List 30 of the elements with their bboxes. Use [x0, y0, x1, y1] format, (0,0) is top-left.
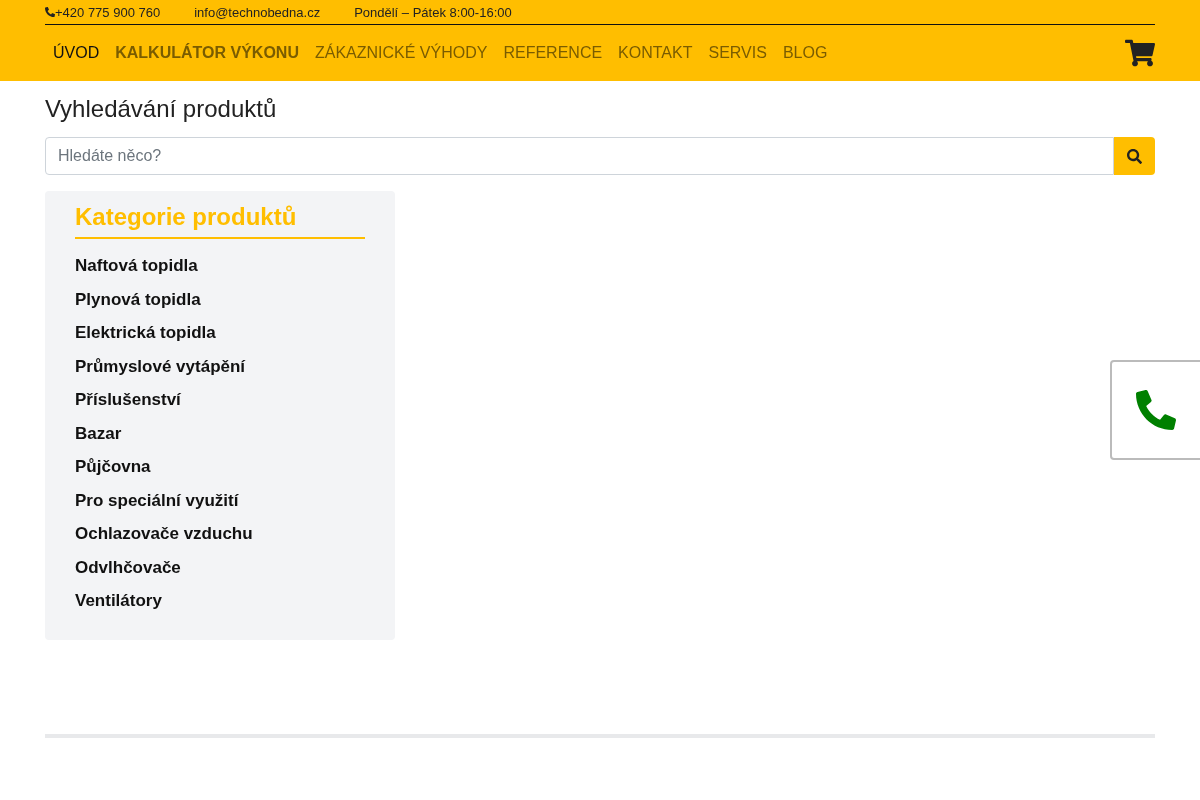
phone-contact: +420 775 900 760 [45, 4, 161, 20]
opening-hours: Pondělí – Pátek 8:00-16:00 [354, 4, 512, 20]
nav-link[interactable]: ZÁKAZNICKÉ VÝHODY [314, 44, 488, 62]
nav-link[interactable]: ÚVOD [53, 44, 100, 62]
category-link[interactable]: Ochlazovače vzduchu [75, 517, 365, 551]
nav-link[interactable]: KALKULÁTOR VÝKONU [115, 44, 299, 62]
page-title: Vyhledávání produktů [45, 95, 278, 123]
phone-icon [1136, 390, 1176, 430]
category-link[interactable]: Odvlhčovače [75, 550, 365, 584]
category-title: Kategorie produktů [75, 203, 365, 239]
nav-link[interactable]: KONTAKT [618, 44, 693, 62]
category-link[interactable]: Průmyslové vytápění [75, 349, 365, 383]
category-link[interactable]: Naftová topidla [75, 249, 365, 283]
phone-icon [45, 7, 55, 17]
category-link[interactable]: Plynová topidla [75, 282, 365, 316]
search-icon [1127, 148, 1142, 164]
call-button[interactable] [1110, 360, 1200, 460]
category-link[interactable]: Pro speciální využití [75, 483, 365, 517]
category-link[interactable]: Půjčovna [75, 450, 365, 484]
category-link[interactable]: Elektrická topidla [75, 316, 365, 350]
nav-link[interactable]: BLOG [782, 44, 828, 62]
category-link[interactable]: Ventilátory [75, 584, 365, 618]
nav-link[interactable]: SERVIS [708, 44, 767, 62]
email-contact: info@technobedna.cz [194, 4, 321, 20]
nav-link[interactable]: REFERENCE [503, 44, 603, 62]
category-link[interactable]: Bazar [75, 416, 365, 450]
search-field[interactable]: Hledáte něco? [45, 137, 1114, 175]
category-link[interactable]: Příslušenství [75, 383, 365, 417]
search-button[interactable] [1114, 137, 1155, 175]
cart-icon[interactable] [1125, 38, 1155, 68]
